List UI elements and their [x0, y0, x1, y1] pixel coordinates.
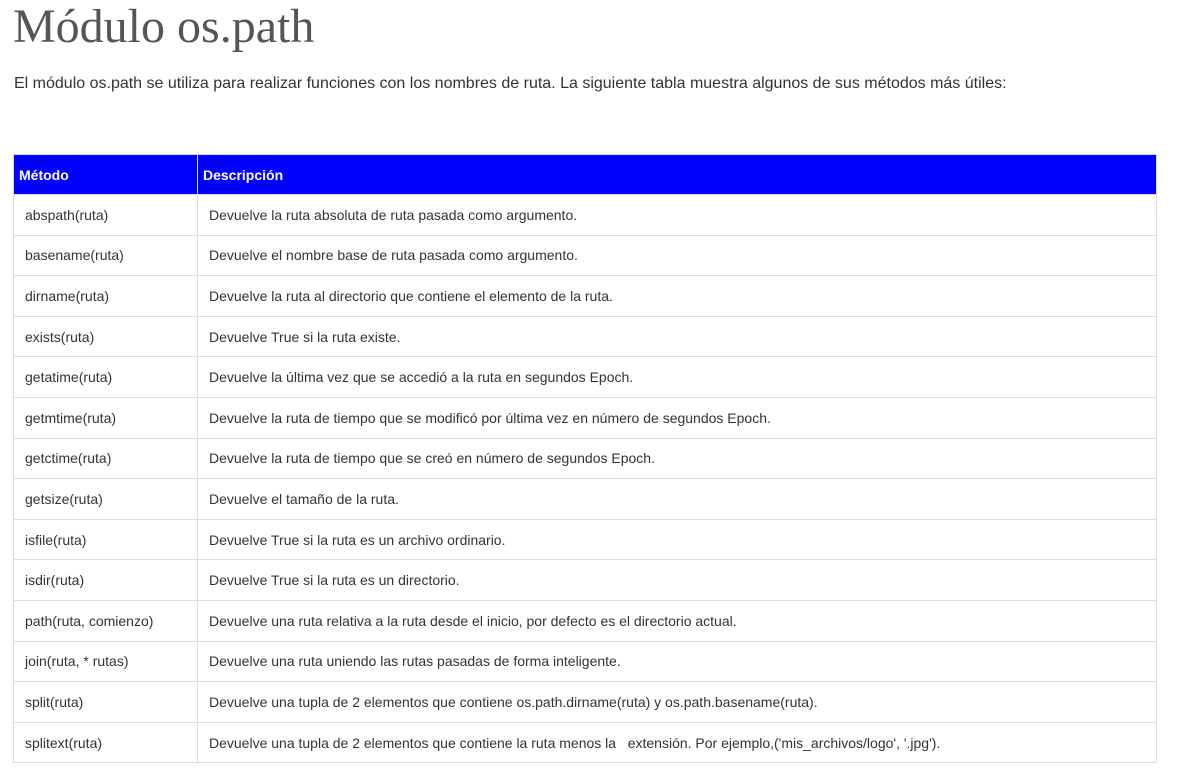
- method-cell: exists(ruta): [13, 315, 198, 358]
- table-row: isfile(ruta) Devuelve True si la ruta es…: [13, 518, 1157, 561]
- methods-table: Método Descripción abspath(ruta) Devuelv…: [13, 154, 1157, 764]
- method-cell: getmtime(ruta): [13, 396, 198, 439]
- method-cell: split(ruta): [13, 681, 198, 723]
- table-row: splitext(ruta) Devuelve una tupla de 2 e…: [13, 721, 1157, 764]
- description-cell: Devuelve una tupla de 2 elementos que co…: [197, 721, 1157, 764]
- table-row: exists(ruta) Devuelve True si la ruta ex…: [13, 315, 1157, 358]
- description-cell: Devuelve el nombre base de ruta pasada c…: [197, 234, 1157, 277]
- description-cell: Devuelve True si la ruta es un directori…: [197, 559, 1157, 601]
- description-cell: Devuelve True si la ruta es un archivo o…: [197, 518, 1157, 561]
- table-header-row: Método Descripción: [13, 154, 1157, 195]
- table-row: isdir(ruta) Devuelve True si la ruta es …: [13, 559, 1157, 601]
- description-cell: Devuelve el tamaño de la ruta.: [197, 478, 1157, 520]
- description-cell: Devuelve una tupla de 2 elementos que co…: [197, 681, 1157, 723]
- description-cell: Devuelve la ruta de tiempo que se creó e…: [197, 437, 1157, 480]
- description-cell: Devuelve True si la ruta existe.: [197, 315, 1157, 358]
- method-cell: abspath(ruta): [13, 194, 198, 236]
- description-cell: Devuelve una ruta relativa a la ruta des…: [197, 599, 1157, 642]
- table-row: join(ruta, * rutas) Devuelve una ruta un…: [13, 640, 1157, 683]
- method-cell: path(ruta, comienzo): [13, 599, 198, 642]
- method-cell: splitext(ruta): [13, 721, 198, 764]
- column-header-description: Descripción: [197, 154, 1157, 195]
- page-title: Módulo os.path: [13, 0, 315, 53]
- table-row: abspath(ruta) Devuelve la ruta absoluta …: [13, 194, 1157, 236]
- intro-paragraph: El módulo os.path se utiliza para realiz…: [14, 75, 1007, 92]
- method-cell: isfile(ruta): [13, 518, 198, 561]
- method-cell: getatime(ruta): [13, 356, 198, 398]
- table-row: basename(ruta) Devuelve el nombre base d…: [13, 234, 1157, 277]
- table-row: dirname(ruta) Devuelve la ruta al direct…: [13, 275, 1157, 317]
- method-cell: getctime(ruta): [13, 437, 198, 480]
- description-cell: Devuelve una ruta uniendo las rutas pasa…: [197, 640, 1157, 683]
- table-row: split(ruta) Devuelve una tupla de 2 elem…: [13, 681, 1157, 723]
- table-row: getatime(ruta) Devuelve la última vez qu…: [13, 356, 1157, 398]
- method-cell: dirname(ruta): [13, 275, 198, 317]
- table-row: path(ruta, comienzo) Devuelve una ruta r…: [13, 599, 1157, 642]
- method-cell: join(ruta, * rutas): [13, 640, 198, 683]
- description-cell: Devuelve la ruta de tiempo que se modifi…: [197, 396, 1157, 439]
- method-cell: getsize(ruta): [13, 478, 198, 520]
- table-row: getmtime(ruta) Devuelve la ruta de tiemp…: [13, 396, 1157, 439]
- method-cell: basename(ruta): [13, 234, 198, 277]
- description-cell: Devuelve la última vez que se accedió a …: [197, 356, 1157, 398]
- description-cell: Devuelve la ruta al directorio que conti…: [197, 275, 1157, 317]
- description-cell: Devuelve la ruta absoluta de ruta pasada…: [197, 194, 1157, 236]
- column-header-method: Método: [13, 154, 198, 195]
- table-row: getctime(ruta) Devuelve la ruta de tiemp…: [13, 437, 1157, 480]
- method-cell: isdir(ruta): [13, 559, 198, 601]
- table-row: getsize(ruta) Devuelve el tamaño de la r…: [13, 478, 1157, 520]
